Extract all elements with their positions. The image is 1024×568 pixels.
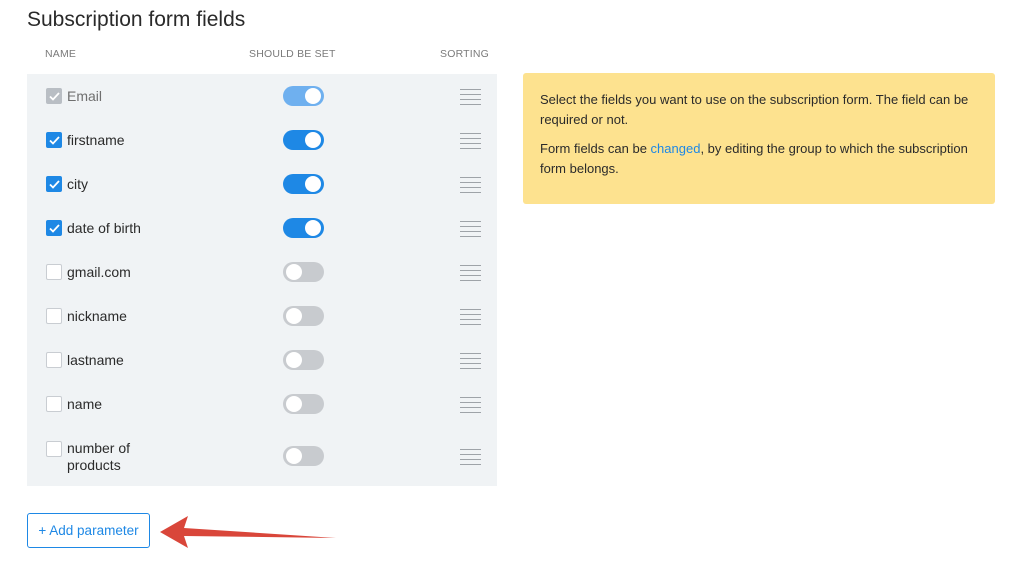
field-checkbox-name[interactable] (46, 396, 62, 412)
info-text-changed: Form fields can be changed, by editing t… (540, 139, 978, 179)
required-toggle-lastname[interactable] (283, 350, 324, 370)
column-header-sorting: SORTING (440, 48, 490, 60)
field-row-email: Email (27, 74, 497, 118)
drag-handle-icon[interactable] (460, 221, 481, 237)
required-toggle-nickname[interactable] (283, 306, 324, 326)
field-label: firstname (67, 132, 125, 148)
field-label: Email (67, 88, 103, 104)
field-checkbox-nickname[interactable] (46, 308, 62, 324)
fields-table: Email firstname city date of birth gmail… (27, 74, 497, 486)
field-row-lastname: lastname (27, 338, 497, 382)
field-checkbox-gmail[interactable] (46, 264, 62, 280)
field-row-name: name (27, 382, 497, 426)
required-toggle-email (283, 86, 324, 106)
column-header-name: NAME (45, 48, 77, 60)
field-label: gmail.com (67, 264, 131, 280)
drag-handle-icon[interactable] (460, 265, 481, 281)
check-icon (49, 180, 60, 189)
field-label-line: products (67, 457, 121, 473)
required-toggle-date-of-birth[interactable] (283, 218, 324, 238)
field-checkbox-city[interactable] (46, 176, 62, 192)
required-toggle-gmail[interactable] (283, 262, 324, 282)
required-toggle-number-of-products[interactable] (283, 446, 324, 466)
drag-handle-icon[interactable] (460, 133, 481, 149)
changed-link[interactable]: changed (651, 141, 701, 156)
drag-handle-icon[interactable] (460, 397, 481, 413)
field-row-date-of-birth: date of birth (27, 206, 497, 250)
info-text: Select the fields you want to use on the… (540, 92, 969, 127)
required-toggle-firstname[interactable] (283, 130, 324, 150)
field-row-city: city (27, 162, 497, 206)
field-row-gmail: gmail.com (27, 250, 497, 294)
check-icon (49, 136, 60, 145)
check-icon (49, 92, 60, 101)
field-label: city (67, 176, 88, 192)
column-header-should-be-set: SHOULD BE SET (249, 48, 336, 60)
drag-handle-icon[interactable] (460, 177, 481, 193)
info-text-part: Form fields can be (540, 141, 651, 156)
arrow-left-icon (160, 516, 336, 548)
field-label: date of birth (67, 220, 141, 236)
field-checkbox-lastname[interactable] (46, 352, 62, 368)
drag-handle-icon[interactable] (460, 309, 481, 325)
field-checkbox-date-of-birth[interactable] (46, 220, 62, 236)
add-parameter-button[interactable]: + Add parameter (27, 513, 150, 548)
drag-handle-icon[interactable] (460, 353, 481, 369)
check-icon (49, 224, 60, 233)
field-row-nickname: nickname (27, 294, 497, 338)
field-checkbox-number-of-products[interactable] (46, 441, 62, 457)
field-row-number-of-products: number of products (27, 426, 497, 486)
field-label-line: number of (67, 440, 131, 456)
required-toggle-city[interactable] (283, 174, 324, 194)
info-box: Select the fields you want to use on the… (523, 73, 995, 204)
field-row-firstname: firstname (27, 118, 497, 162)
required-toggle-name[interactable] (283, 394, 324, 414)
drag-handle-icon[interactable] (460, 449, 481, 465)
field-checkbox-email (46, 88, 62, 104)
field-label: lastname (67, 352, 124, 368)
field-label: nickname (67, 308, 127, 324)
field-label: number of products (67, 440, 130, 474)
field-checkbox-firstname[interactable] (46, 132, 62, 148)
field-label: name (67, 396, 103, 412)
section-title: Subscription form fields (27, 8, 246, 31)
drag-handle-icon[interactable] (460, 89, 481, 105)
